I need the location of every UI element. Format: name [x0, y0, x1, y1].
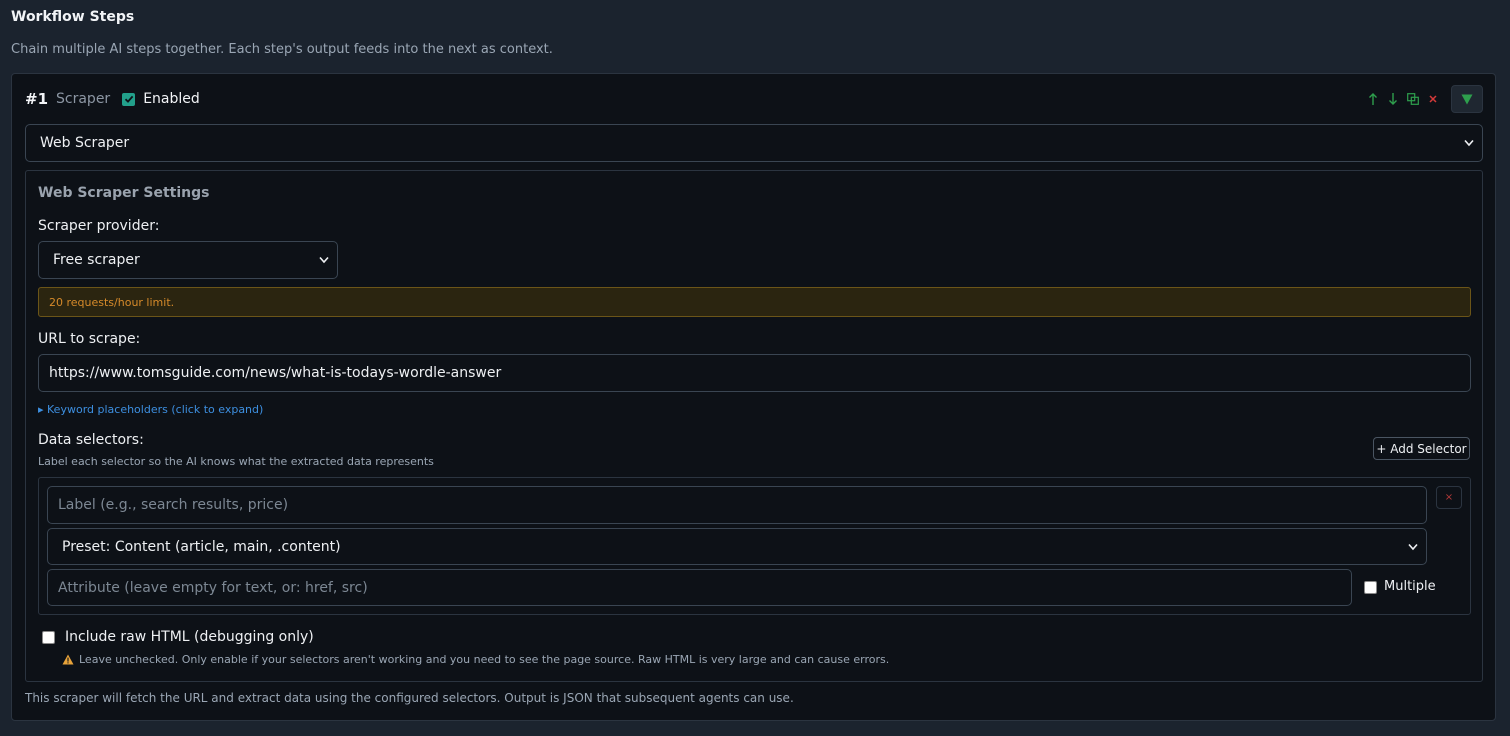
- url-input-value: https://www.tomsguide.com/news/what-is-t…: [49, 365, 502, 381]
- keyword-placeholders-link[interactable]: ▸ Keyword placeholders (click to expand): [38, 403, 263, 416]
- step-type: Scraper: [56, 91, 111, 107]
- step-type-select[interactable]: Web Scraper: [25, 124, 1483, 162]
- chevron-down-icon: [319, 256, 329, 264]
- enabled-label: Enabled: [143, 91, 200, 107]
- workflow-step-card: #1 Scraper Enabled Web Scraper Web Scrap…: [11, 73, 1496, 721]
- move-up-icon[interactable]: [1363, 87, 1383, 111]
- collapse-toggle-button[interactable]: [1451, 85, 1483, 113]
- move-down-icon[interactable]: [1383, 87, 1403, 111]
- delete-step-icon[interactable]: [1423, 87, 1443, 111]
- settings-title: Web Scraper Settings: [38, 185, 210, 201]
- selector-preset-value: Preset: Content (article, main, .content…: [62, 538, 341, 555]
- url-label: URL to scrape:: [38, 331, 141, 347]
- scraper-footer-note: This scraper will fetch the URL and extr…: [25, 691, 794, 705]
- multiple-checkbox[interactable]: [1364, 581, 1377, 594]
- enabled-checkbox[interactable]: [122, 92, 136, 106]
- provider-select-value: Free scraper: [53, 252, 140, 268]
- add-selector-button[interactable]: + Add Selector: [1373, 437, 1470, 460]
- web-scraper-settings: Web Scraper Settings Scraper provider: F…: [25, 170, 1483, 682]
- provider-select[interactable]: Free scraper: [38, 241, 338, 279]
- selector-attribute-placeholder: Attribute (leave empty for text, or: hre…: [58, 579, 368, 596]
- check-icon: [124, 95, 133, 103]
- step-header: #1 Scraper Enabled: [25, 89, 200, 109]
- section-title: Workflow Steps: [11, 9, 135, 25]
- duplicate-icon[interactable]: [1403, 87, 1423, 111]
- data-selectors-description: Label each selector so the AI knows what…: [38, 455, 434, 468]
- chevron-down-icon: [1464, 139, 1474, 147]
- warning-icon: [62, 654, 74, 665]
- raw-html-warning: Leave unchecked. Only enable if your sel…: [62, 653, 889, 666]
- provider-label: Scraper provider:: [38, 218, 160, 234]
- selector-entry: Label (e.g., search results, price) × Pr…: [38, 477, 1471, 615]
- url-input[interactable]: https://www.tomsguide.com/news/what-is-t…: [38, 354, 1471, 392]
- step-number: #1: [25, 90, 49, 108]
- remove-selector-button[interactable]: ×: [1436, 486, 1462, 509]
- rate-limit-note: 20 requests/hour limit.: [38, 287, 1471, 317]
- selector-label-placeholder: Label (e.g., search results, price): [58, 497, 289, 513]
- section-description: Chain multiple AI steps together. Each s…: [11, 42, 553, 57]
- selector-preset-select[interactable]: Preset: Content (article, main, .content…: [47, 528, 1427, 565]
- step-type-select-value: Web Scraper: [40, 135, 130, 151]
- chevron-down-icon: [1408, 543, 1418, 550]
- raw-html-warning-text: Leave unchecked. Only enable if your sel…: [79, 653, 890, 666]
- multiple-label: Multiple: [1384, 579, 1436, 594]
- raw-html-checkbox[interactable]: [42, 631, 55, 644]
- selector-label-input[interactable]: Label (e.g., search results, price): [47, 486, 1427, 524]
- triangle-down-icon: [1461, 94, 1473, 104]
- step-actions: [1363, 85, 1483, 113]
- data-selectors-label: Data selectors:: [38, 432, 144, 448]
- raw-html-label: Include raw HTML (debugging only): [65, 629, 314, 645]
- selector-attribute-input[interactable]: Attribute (leave empty for text, or: hre…: [47, 569, 1352, 606]
